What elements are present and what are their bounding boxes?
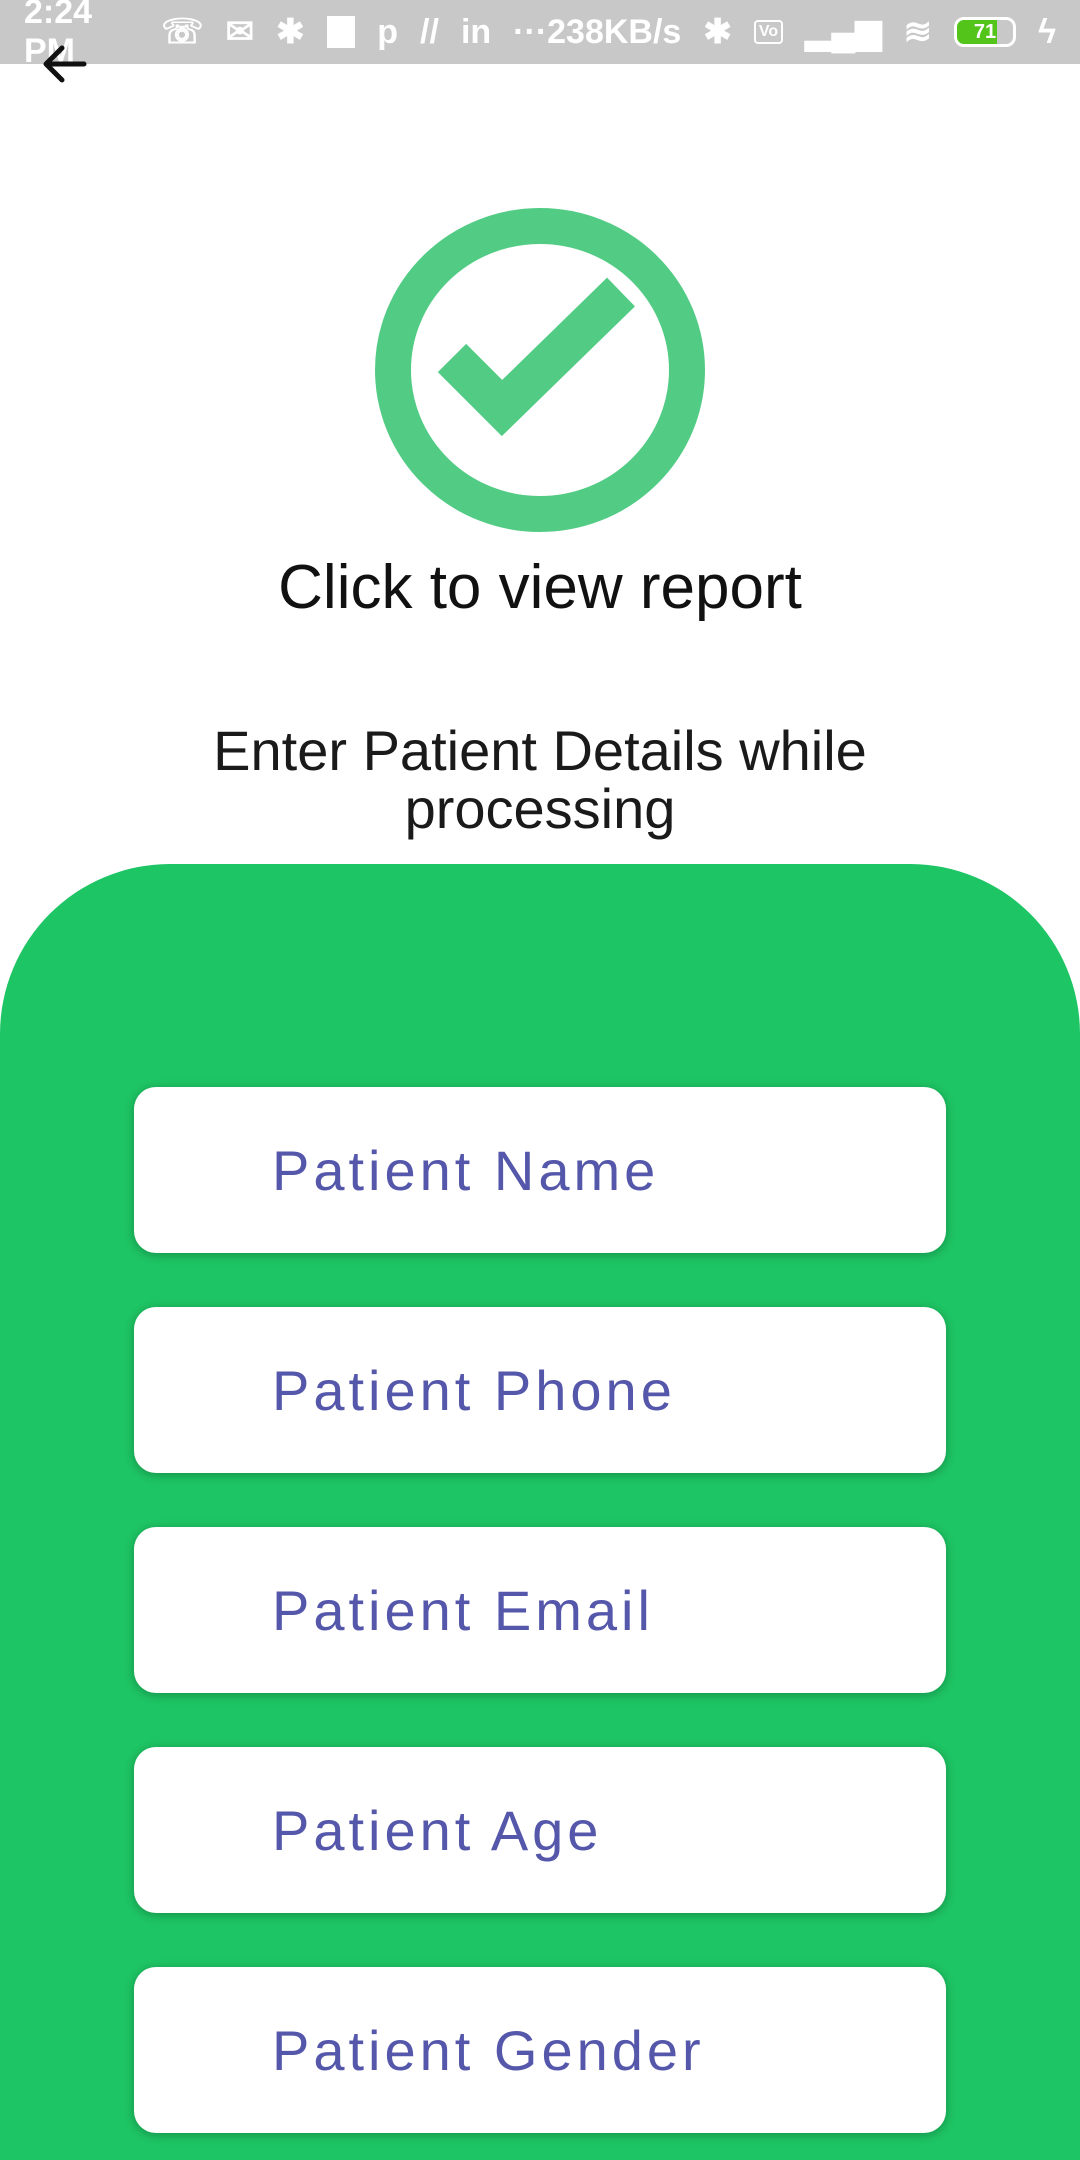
n-icon: // [420, 13, 439, 51]
battery-level: 71 [973, 20, 997, 43]
patient-name-field[interactable]: Patient Name [134, 1087, 946, 1253]
patient-form-panel [0, 864, 1080, 2160]
arrow-left-icon [43, 45, 87, 83]
status-bar: 2:24 PM ☏ ✉ ✱ p // in ··· 238KB/s ✱ Vo ▂… [0, 0, 1080, 70]
volte-icon: Vo [753, 20, 784, 44]
slack-icon: ✱ [276, 13, 305, 51]
patient-phone-field[interactable]: Patient Phone [134, 1307, 946, 1473]
check-circle-icon[interactable] [374, 204, 706, 536]
patient-gender-field[interactable]: Patient Gender [134, 1967, 946, 2133]
signal-icon: ▂▄▆ [805, 13, 882, 51]
patient-age-field[interactable]: Patient Age [134, 1747, 946, 1913]
linkedin-icon: in [460, 13, 492, 51]
charging-icon: ϟ [1038, 13, 1056, 51]
status-right: 238KB/s ✱ Vo ▂▄▆ ≋ 71 ϟ [547, 13, 1056, 52]
battery-icon: 71 [954, 17, 1016, 47]
subtitle: Enter Patient Details while processing [213, 719, 867, 840]
square-icon [326, 16, 356, 48]
patient-email-placeholder: Patient Email [272, 1578, 654, 1642]
more-icon: ··· [513, 13, 548, 51]
p-icon: p [377, 13, 399, 51]
missed-call-icon: ☏ [161, 13, 204, 51]
patient-email-field[interactable]: Patient Email [134, 1527, 946, 1693]
patient-age-placeholder: Patient Age [272, 1798, 603, 1862]
wifi-icon: ≋ [903, 13, 933, 51]
back-button[interactable] [34, 34, 94, 94]
network-speed: 238KB/s [547, 12, 682, 51]
status-left: 2:24 PM ☏ ✉ ✱ p // in ··· [24, 0, 547, 71]
patient-name-placeholder: Patient Name [272, 1138, 660, 1202]
notification-icon: ✉ [225, 13, 255, 51]
view-report-link[interactable]: Click to view report [0, 552, 1080, 623]
patient-gender-placeholder: Patient Gender [272, 2018, 705, 2082]
patient-phone-placeholder: Patient Phone [272, 1358, 676, 1422]
bluetooth-icon: ✱ [703, 13, 732, 51]
